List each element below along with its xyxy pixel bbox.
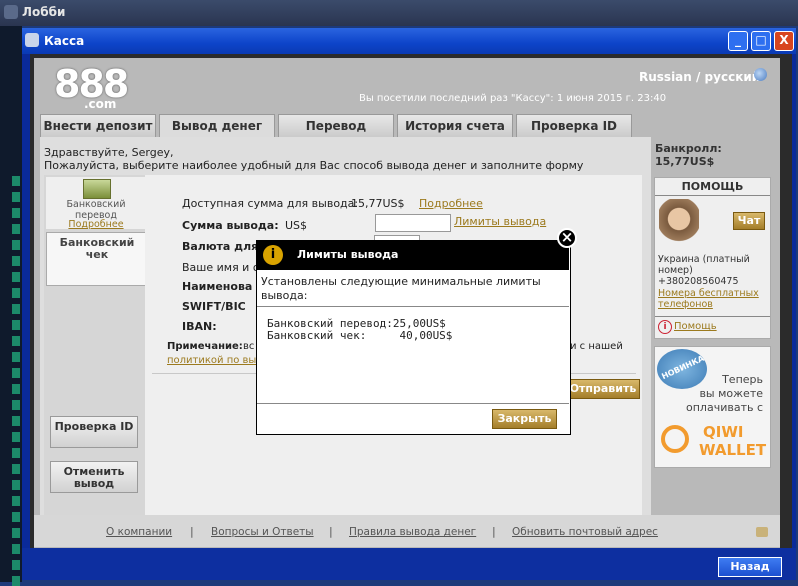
- bankroll-value: 15,77US$: [655, 155, 715, 168]
- help-title-divider: [655, 195, 770, 196]
- tab-history[interactable]: История счета: [397, 114, 513, 138]
- available-label: Доступная сумма для вывода:: [182, 197, 359, 210]
- phone-line2: номер): [658, 265, 693, 276]
- language-label: Russian / русский: [639, 70, 761, 84]
- available-value: 15,77US$: [351, 197, 405, 210]
- footer-separator: |: [190, 525, 194, 538]
- cashier-app-icon: [25, 33, 39, 47]
- bank-name-label: Наименова: [182, 280, 253, 293]
- amount-label: Сумма вывода:: [182, 219, 279, 232]
- lobby-titlebar: Лобби: [0, 0, 798, 26]
- globe-icon[interactable]: [754, 68, 767, 81]
- footer-separator: |: [329, 525, 333, 538]
- tab-deposit[interactable]: Внести депозит: [40, 114, 156, 138]
- amount-input[interactable]: [375, 214, 451, 232]
- cancel-withdraw-button[interactable]: Отменить вывод: [50, 461, 138, 493]
- help-link[interactable]: Помощь: [674, 321, 717, 332]
- note-text-start: вс: [243, 341, 255, 352]
- method-bank-check[interactable]: Банковский чек: [46, 232, 148, 286]
- footer-link-address[interactable]: Обновить почтовый адрес: [512, 526, 658, 538]
- back-button[interactable]: Назад: [718, 557, 782, 577]
- promo-line2: вы можете: [699, 387, 763, 400]
- qiwi-logo-icon: [661, 425, 689, 453]
- available-more-link[interactable]: Подробнее: [419, 197, 483, 210]
- modal-title: Лимиты вывода: [297, 248, 399, 261]
- amount-currency: US$: [285, 219, 308, 232]
- footer-link-about[interactable]: О компании: [106, 526, 172, 538]
- lobby-sidebar: [0, 26, 22, 586]
- bank-transfer-label: Банковский перевод: [66, 199, 126, 221]
- qiwi-promo[interactable]: НОВИНКА Теперь вы можете оплачивать с QI…: [654, 346, 771, 468]
- note-label: Примечание:: [167, 341, 243, 352]
- phone-number: +380208560475: [658, 276, 739, 287]
- modal-divider-bottom: [257, 403, 569, 404]
- policy-link[interactable]: политикой по выв: [167, 355, 262, 366]
- language-selector[interactable]: Russian / русский: [639, 70, 760, 84]
- phone-line1: Украина (платный: [658, 254, 750, 265]
- free-numbers-link[interactable]: Номера бесплатных телефонов: [658, 288, 770, 310]
- modal-row-check: Банковский чек: 40,00US$: [267, 329, 453, 342]
- tab-withdraw[interactable]: Вывод денег: [159, 114, 275, 139]
- limits-link[interactable]: Лимиты вывода: [454, 215, 546, 228]
- promo-line1: Теперь: [722, 373, 763, 386]
- note-text-end: и с нашей: [570, 341, 623, 352]
- bankroll-label: Банкролл:: [655, 142, 722, 155]
- help-info-icon: i: [658, 320, 672, 334]
- currency-label: Валюта для: [182, 240, 259, 253]
- lobby-app-icon: [4, 5, 18, 19]
- cashier-title: Касса: [44, 34, 85, 48]
- close-button[interactable]: X: [774, 31, 794, 51]
- lobby-title: Лобби: [22, 5, 66, 19]
- method-bank-transfer[interactable]: Банковский перевод Подробнее: [46, 177, 146, 230]
- footer-link-faq[interactable]: Вопросы и Ответы: [211, 526, 314, 538]
- send-button[interactable]: Отправить: [566, 379, 640, 399]
- modal-divider-top: [257, 306, 569, 307]
- modal-intro: Установлены следующие минимальные лимиты…: [261, 275, 541, 302]
- footer-separator: |: [492, 525, 496, 538]
- bank-transfer-icon: [83, 179, 111, 199]
- greeting-line1: Здравствуйте, Sergey,: [44, 146, 174, 159]
- maximize-button[interactable]: □: [751, 31, 771, 51]
- info-icon: i: [263, 245, 283, 265]
- bottom-bar: [22, 548, 796, 580]
- modal-header: i Лимиты вывода: [257, 241, 569, 270]
- promo-line3: оплачивать с: [686, 401, 763, 414]
- support-avatar: [659, 199, 699, 249]
- swift-label: SWIFT/BIC: [182, 300, 246, 313]
- qiwi-brand: QIWI: [703, 423, 744, 441]
- help-bottom-divider: [655, 316, 770, 317]
- tab-transfer[interactable]: Перевод: [278, 114, 394, 138]
- tab-verify-id[interactable]: Проверка ID: [516, 114, 632, 138]
- bank-transfer-more-link[interactable]: Подробнее: [48, 219, 144, 230]
- bank-check-label: Банковский чек: [59, 236, 135, 261]
- qiwi-wallet: WALLET: [699, 441, 767, 459]
- last-visit-text: Вы посетили последний раз "Кассу": 1 июн…: [359, 93, 667, 104]
- verify-id-button[interactable]: Проверка ID: [50, 416, 138, 448]
- close-icon[interactable]: ×: [557, 228, 577, 248]
- lock-icon: [756, 527, 768, 537]
- cashier-titlebar: Касса _ □ X: [22, 28, 796, 54]
- help-box: ПОМОЩЬ Чат Украина (платный номер) +3802…: [654, 177, 771, 339]
- footer-link-rules[interactable]: Правила вывода денег: [349, 526, 476, 538]
- minimize-button[interactable]: _: [728, 31, 748, 51]
- modal-close-button[interactable]: Закрыть: [492, 409, 557, 429]
- chat-button[interactable]: Чат: [733, 212, 765, 230]
- logo-com: .com: [84, 97, 117, 111]
- greeting-line2: Пожалуйста, выберите наиболее удобный дл…: [44, 159, 584, 172]
- name-label: Ваше имя и о: [182, 261, 260, 274]
- iban-label: IBAN:: [182, 320, 217, 333]
- help-title: ПОМОЩЬ: [681, 180, 744, 193]
